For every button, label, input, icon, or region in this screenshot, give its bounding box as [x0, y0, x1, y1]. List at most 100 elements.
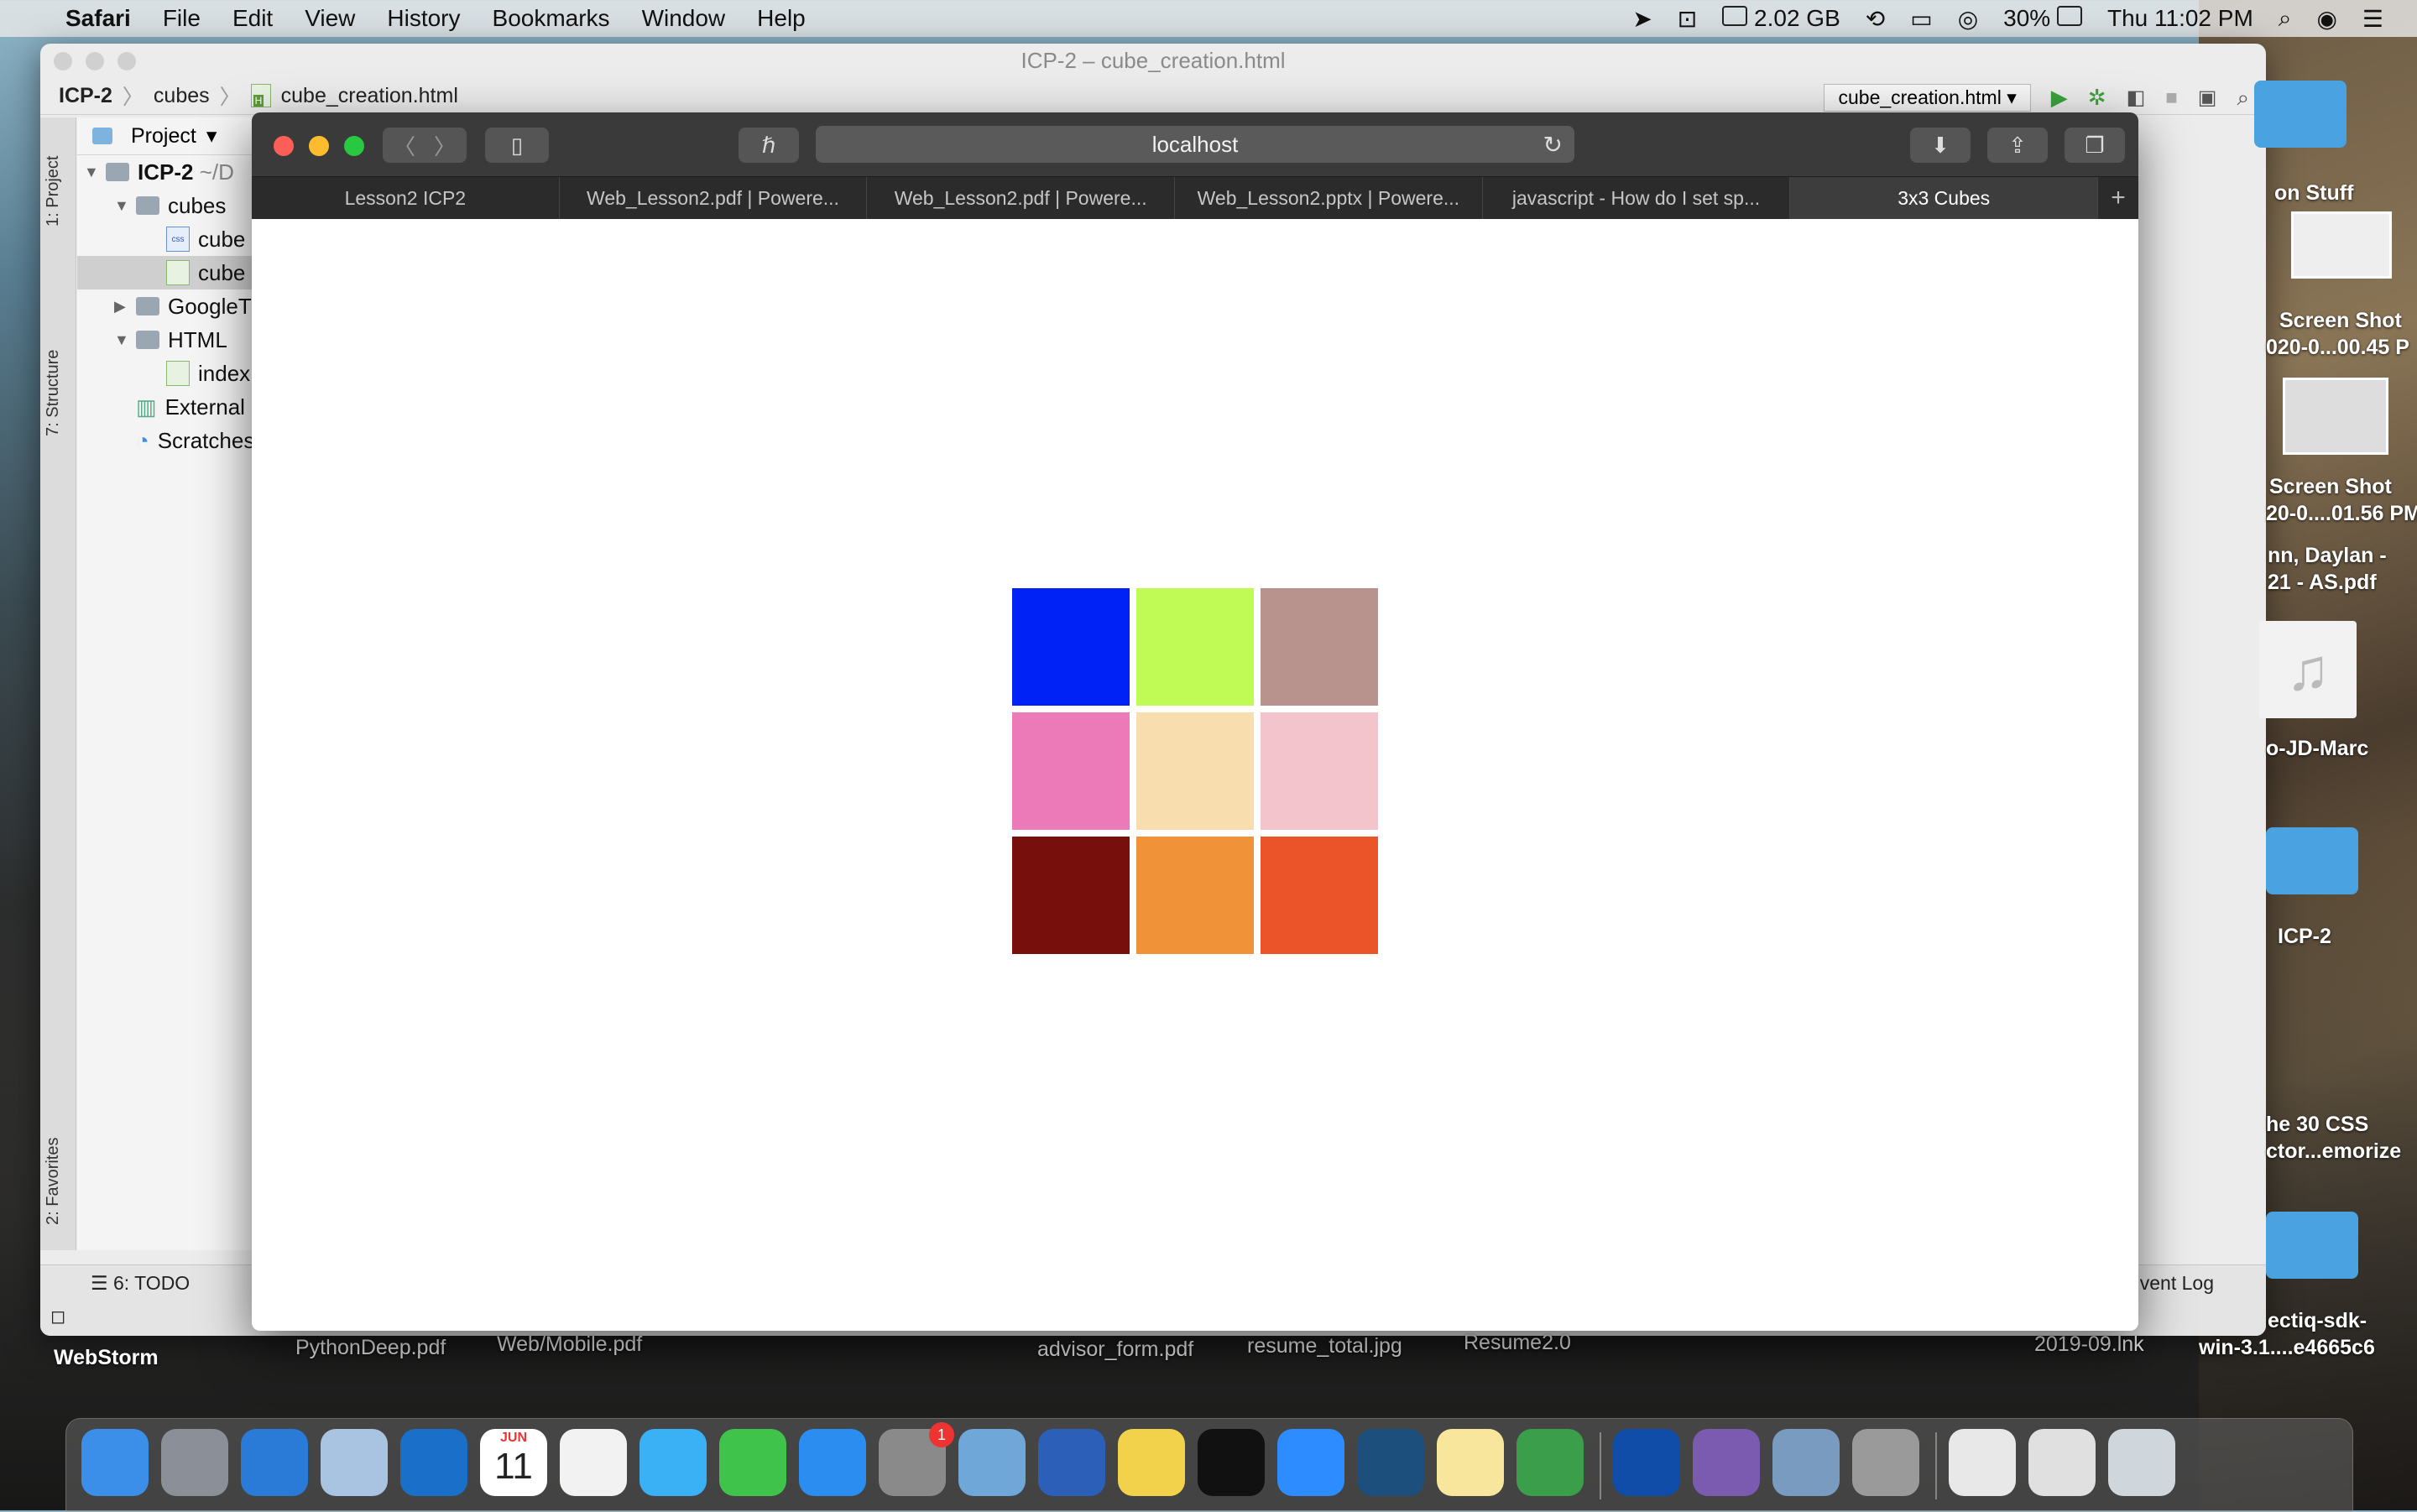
- dock-python-icon[interactable]: [1118, 1429, 1185, 1496]
- dock-launchpad-icon[interactable]: [161, 1429, 228, 1496]
- spotlight-search-icon[interactable]: ⌕: [2279, 5, 2292, 33]
- desktop-label[interactable]: PythonDeep.pdf: [295, 1336, 446, 1360]
- desktop-label[interactable]: Screen Shot: [2269, 475, 2392, 499]
- share-button[interactable]: ⇪: [1987, 128, 2048, 163]
- clock[interactable]: Thu 11:02 PM: [2107, 5, 2253, 32]
- dock-pdf-doc-icon[interactable]: [1949, 1429, 2016, 1496]
- notification-center-icon[interactable]: ☰: [2362, 5, 2383, 33]
- memory-icon[interactable]: 2.02 GB: [1722, 5, 1840, 32]
- stop-icon[interactable]: ■: [2165, 86, 2178, 110]
- forward-chevron-icon[interactable]: 〉: [434, 130, 456, 161]
- desktop-label[interactable]: 21 - AS.pdf: [2268, 571, 2377, 595]
- menu-window[interactable]: Window: [642, 5, 726, 32]
- wifi-icon[interactable]: ◎: [1958, 5, 1978, 33]
- breadcrumb-project[interactable]: ICP-2: [59, 84, 112, 108]
- extension-button[interactable]: ℏ: [739, 128, 799, 163]
- menu-view[interactable]: View: [305, 5, 355, 32]
- cast-icon[interactable]: ⊡: [1678, 5, 1697, 33]
- dock-preview-icon[interactable]: [321, 1429, 388, 1496]
- dock-preview-image-icon[interactable]: [1772, 1429, 1840, 1496]
- desktop-label[interactable]: WebStorm: [54, 1346, 159, 1370]
- siri-icon[interactable]: ◉: [2316, 5, 2336, 33]
- layout-icon[interactable]: ◻: [50, 1306, 65, 1327]
- breadcrumb-folder[interactable]: cubes: [154, 84, 210, 108]
- desktop-label[interactable]: ICP-2: [2278, 925, 2331, 949]
- desktop-label[interactable]: 20-0....01.56 PM: [2266, 502, 2417, 526]
- desktop-label[interactable]: ectiq-sdk-: [2268, 1309, 2367, 1333]
- search-everywhere-icon[interactable]: ⌕: [2237, 85, 2249, 112]
- dock-zoom-icon[interactable]: [1277, 1429, 1344, 1496]
- event-log-tab[interactable]: vent Log: [2140, 1272, 2214, 1295]
- coverage-icon[interactable]: ◧: [2127, 86, 2146, 110]
- desktop-label[interactable]: advisor_form.pdf: [1037, 1337, 1193, 1362]
- tab-structure[interactable]: 7: Structure: [44, 350, 63, 436]
- dock-pycharm-icon[interactable]: [1198, 1429, 1265, 1496]
- dock-calendar-icon[interactable]: JUN 11: [480, 1429, 547, 1496]
- tab-3x3-cubes[interactable]: 3x3 Cubes: [1790, 177, 2099, 219]
- dock-trash-icon[interactable]: [2108, 1429, 2175, 1496]
- tab-javascript-question[interactable]: javascript - How do I set sp...: [1483, 177, 1791, 219]
- menu-bookmarks[interactable]: Bookmarks: [493, 5, 610, 32]
- run-icon[interactable]: ▶: [2051, 85, 2068, 111]
- back-chevron-icon[interactable]: 〈: [394, 130, 415, 161]
- run-config-dropdown[interactable]: cube_creation.html ▾: [1824, 84, 2031, 112]
- breadcrumb-file[interactable]: cube_creation.html: [281, 84, 458, 108]
- menu-edit[interactable]: Edit: [232, 5, 273, 32]
- desktop-folder-icon[interactable]: [2266, 1212, 2358, 1279]
- desktop-label[interactable]: o-JD-Marc: [2266, 737, 2368, 761]
- battery-indicator[interactable]: 30%: [2003, 5, 2082, 32]
- dock-outlook-icon[interactable]: [400, 1429, 467, 1496]
- dock-app-store-icon[interactable]: [799, 1429, 866, 1496]
- dock-mysql-workbench-icon[interactable]: [1357, 1429, 1424, 1496]
- dock-facetime-icon[interactable]: [719, 1429, 786, 1496]
- todo-tab[interactable]: ☰ 6: TODO: [91, 1272, 190, 1295]
- time-machine-icon[interactable]: ⟲: [1866, 5, 1885, 33]
- address-bar[interactable]: localhost ↻: [816, 126, 1574, 163]
- dock-photos-icon[interactable]: [560, 1429, 627, 1496]
- menu-app-name[interactable]: Safari: [65, 5, 131, 32]
- desktop-label[interactable]: he 30 CSS: [2266, 1113, 2368, 1137]
- desktop-label[interactable]: Resume2.0: [1464, 1331, 1571, 1355]
- airplay-icon[interactable]: ▭: [1910, 5, 1932, 33]
- zoom-button[interactable]: [344, 136, 364, 156]
- dock-word-icon[interactable]: [1038, 1429, 1105, 1496]
- desktop-label[interactable]: Screen Shot: [2279, 309, 2402, 333]
- downloads-button[interactable]: ⬇: [1910, 128, 1971, 163]
- screenshot-thumbnail-icon[interactable]: [2291, 211, 2392, 279]
- dock-memory-clean-icon[interactable]: [1852, 1429, 1919, 1496]
- desktop-label[interactable]: on Stuff: [2274, 181, 2353, 206]
- collapse-arrow-icon[interactable]: ▶: [114, 298, 131, 315]
- screenshot-thumbnail-icon[interactable]: [2283, 378, 2388, 455]
- tab-lesson2-icp2[interactable]: Lesson2 ICP2: [252, 177, 560, 219]
- tab-overview-button[interactable]: ❐: [2065, 128, 2125, 163]
- sidebar-toggle-button[interactable]: ▯: [485, 128, 549, 163]
- dock-notes-icon[interactable]: [1437, 1429, 1504, 1496]
- dock-messages-icon[interactable]: [639, 1429, 707, 1496]
- dock-app-icon[interactable]: [1516, 1429, 1584, 1496]
- tab-web-lesson2-pdf-2[interactable]: Web_Lesson2.pdf | Powere...: [867, 177, 1176, 219]
- close-button[interactable]: [54, 52, 72, 70]
- terminal-icon[interactable]: ▣: [2198, 86, 2217, 110]
- tab-web-lesson2-pptx[interactable]: Web_Lesson2.pptx | Powere...: [1175, 177, 1483, 219]
- desktop-label[interactable]: nn, Daylan -: [2268, 544, 2387, 568]
- close-button[interactable]: [274, 136, 294, 156]
- dock-remote-desktop-icon[interactable]: [958, 1429, 1026, 1496]
- expand-arrow-icon[interactable]: ▼: [114, 331, 131, 349]
- minimize-button[interactable]: [86, 52, 104, 70]
- project-panel-title[interactable]: Project: [131, 124, 196, 149]
- music-file-icon[interactable]: ♫: [2259, 621, 2357, 718]
- desktop-label[interactable]: resume_total.jpg: [1247, 1334, 1402, 1358]
- menu-history[interactable]: History: [387, 5, 460, 32]
- tab-favorites[interactable]: 2: Favorites: [44, 1138, 63, 1225]
- dock-system-preferences-icon[interactable]: 1: [879, 1422, 954, 1496]
- dock-safari-icon[interactable]: [241, 1429, 308, 1496]
- minimize-button[interactable]: [309, 136, 329, 156]
- debug-icon[interactable]: ✲: [2088, 85, 2106, 111]
- tab-project[interactable]: 1: Project: [44, 156, 63, 227]
- chevron-down-icon[interactable]: ▾: [206, 123, 217, 149]
- zoom-button[interactable]: [117, 52, 136, 70]
- tab-web-lesson2-pdf[interactable]: Web_Lesson2.pdf | Powere...: [560, 177, 868, 219]
- reload-icon[interactable]: ↻: [1543, 131, 1563, 159]
- dock-screens-icon[interactable]: [2028, 1429, 2096, 1496]
- expand-arrow-icon[interactable]: ▼: [114, 197, 131, 215]
